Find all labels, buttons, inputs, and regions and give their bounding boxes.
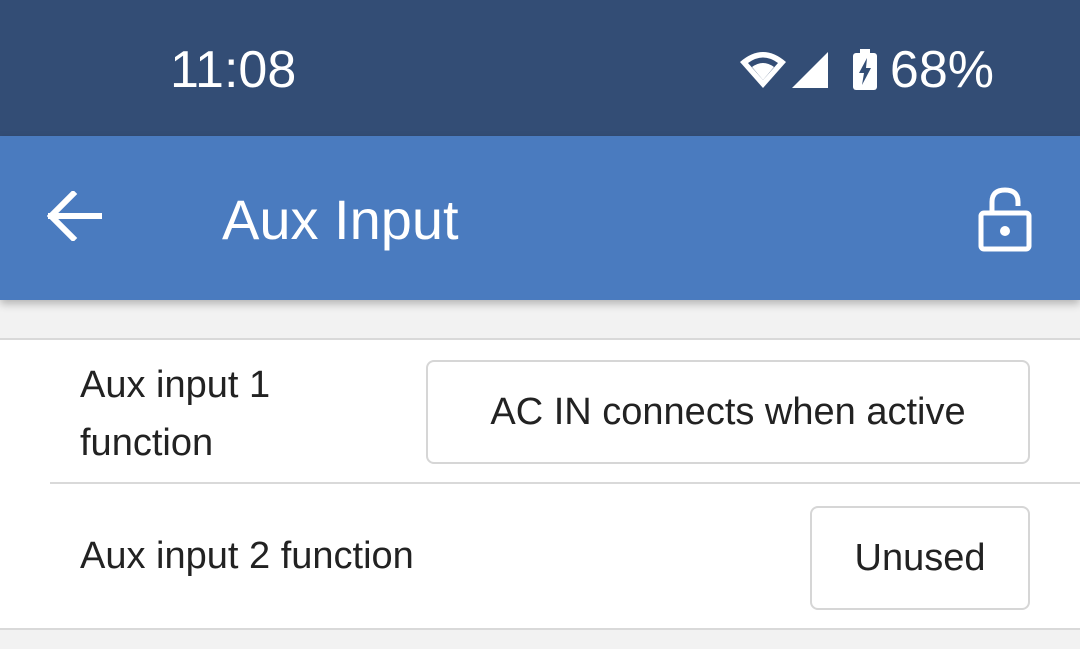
status-bar: 11:08 68% — [0, 0, 1080, 136]
back-button[interactable] — [30, 180, 120, 256]
aux-input-1-label: Aux input 1 function — [80, 364, 271, 464]
arrow-left-icon — [46, 189, 103, 246]
app-bar: Aux Input — [0, 136, 1080, 300]
settings-row-aux-input-2: Aux input 2 function Unused — [50, 484, 1080, 630]
battery-percent: 68% — [889, 41, 994, 99]
lock-button[interactable] — [960, 176, 1050, 266]
aux-input-2-function-button[interactable]: Unused — [810, 506, 1030, 610]
lock-open-icon — [978, 186, 1032, 257]
status-icons: 68% — [739, 38, 994, 102]
settings-list: Aux input 1 function AC IN connects when… — [0, 338, 1080, 630]
status-time: 11:08 — [170, 41, 297, 99]
wifi-icon — [739, 50, 786, 90]
aux-input-1-function-button[interactable]: AC IN connects when active — [426, 360, 1030, 464]
battery-charging-icon — [852, 49, 878, 91]
cell-signal-icon — [790, 50, 830, 90]
aux-input-2-label: Aux input 2 function — [80, 535, 414, 577]
settings-row-aux-input-1: Aux input 1 function AC IN connects when… — [50, 340, 1080, 484]
page-title: Aux Input — [222, 188, 459, 251]
